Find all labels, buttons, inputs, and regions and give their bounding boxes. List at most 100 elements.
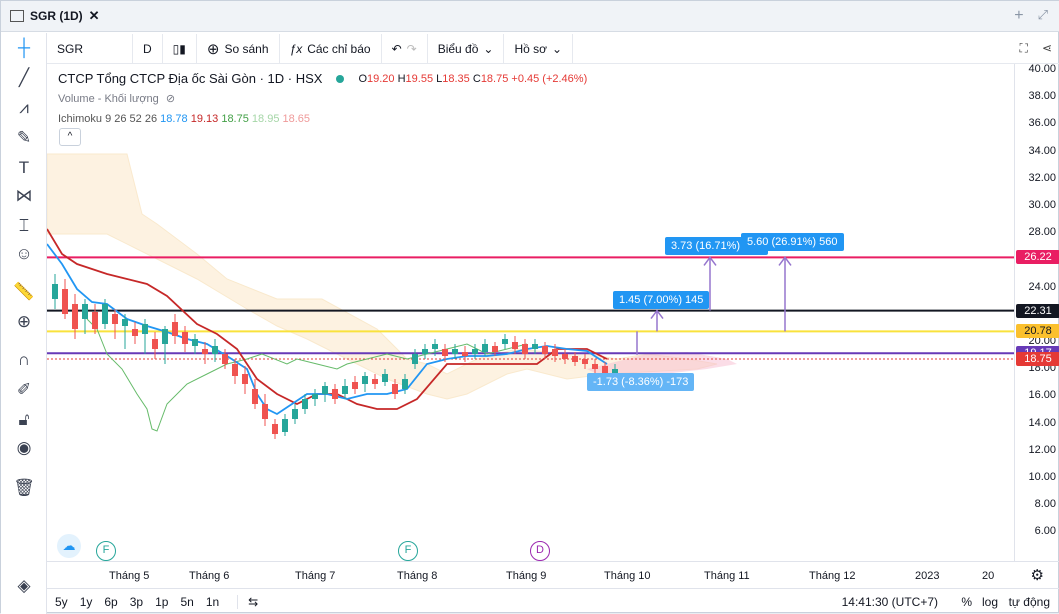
candle-body	[502, 339, 508, 344]
period-button[interactable]: 5y	[55, 595, 68, 609]
candle-body	[512, 342, 518, 349]
indicators-label: Các chỉ báo	[307, 41, 371, 56]
time-axis[interactable]: ⚙ Tháng 5 Tháng 6 Tháng 7 Tháng 8 Tháng 9 Thá…	[47, 561, 1059, 587]
candle-body	[412, 354, 418, 364]
ichimoku-value: 19.13	[187, 113, 219, 125]
emoji-icon[interactable]: ☺	[13, 243, 35, 265]
candle-body	[422, 349, 428, 354]
price-tick: 8.00	[1034, 498, 1056, 511]
o-value: 19.20	[367, 73, 395, 85]
candle-body	[122, 319, 128, 326]
time-tick: Tháng 8	[397, 570, 438, 582]
candle-body	[582, 359, 588, 364]
share-icon[interactable]: ⋖	[1042, 41, 1052, 56]
pencil-lock-icon[interactable]: ✐	[13, 379, 35, 401]
price-label: 22.31	[1016, 303, 1059, 318]
period-button[interactable]: 6p	[104, 595, 117, 609]
time-tick: Tháng 7	[295, 570, 336, 582]
period-button[interactable]: 1p	[155, 595, 168, 609]
ichimoku-value: 18.95	[248, 113, 280, 125]
ichimoku-value: 18.78	[160, 113, 188, 125]
h-label: H	[397, 73, 406, 85]
profile-button[interactable]: Hồ sơ ⌄	[504, 33, 574, 64]
price-tick: 38.00	[1028, 90, 1056, 103]
candle-body	[532, 344, 538, 349]
ichimoku-label: Ichimoku 9 26 52 26	[58, 113, 158, 125]
eye-icon[interactable]: ◉	[13, 437, 35, 459]
ruler-icon[interactable]: 📏	[13, 281, 35, 303]
collapse-legend-button[interactable]: ^	[59, 128, 81, 146]
layers-icon[interactable]: ◈	[13, 575, 35, 597]
time-tick: 2023	[915, 570, 940, 582]
measure-icon[interactable]: ⌶	[13, 215, 35, 237]
pattern-icon[interactable]: ⋈	[13, 185, 35, 207]
candle-body	[432, 344, 438, 349]
measure-label: -1.73 (-8.36%) -173	[587, 373, 695, 391]
redo-icon[interactable]: ↷	[407, 42, 417, 56]
time-tick: Tháng 12	[809, 570, 856, 582]
candle-body	[292, 409, 298, 419]
price-axis[interactable]: 40.0038.0036.0034.0032.0030.0028.0026.00…	[1014, 63, 1059, 561]
o-label: O	[358, 73, 367, 85]
candle-body	[322, 386, 328, 394]
bottom-bar: 5y 1y 6p 3p 1p 5n 1n ⇆ 14:41:30 (UTC+7) % log …	[47, 588, 1059, 614]
candle-body	[342, 386, 348, 394]
event-marker[interactable]: F	[96, 541, 116, 561]
price-tick: 12.00	[1028, 443, 1056, 456]
candle-body	[592, 364, 598, 369]
fullscreen-icon[interactable]: ⛶	[1020, 41, 1028, 56]
eye-off-icon[interactable]: ⊘	[166, 93, 175, 105]
symbol-search[interactable]: SGR	[47, 33, 133, 64]
drawing-toolbar: ┼ ╱ ⩘ ✎ T ⋈ ⌶ ☺ 📏 ⊕ ∩ ✐ 🔓︎ ◉ 🗑︎ ◈	[1, 33, 47, 614]
event-marker[interactable]: F	[398, 541, 418, 561]
fx-icon: ƒx	[289, 41, 303, 56]
candle-body	[522, 344, 528, 354]
settings-gear-icon[interactable]: ⚙	[1031, 566, 1044, 584]
change-value: +0.45 (+2.46%)	[511, 73, 588, 85]
plus-circle-icon: ⊕	[206, 40, 220, 58]
period-button[interactable]: 5n	[180, 595, 193, 609]
undo-icon[interactable]: ↶	[392, 42, 402, 56]
magnet-icon[interactable]: ∩	[13, 349, 35, 371]
chart-window: SGR (1D) ✕ + ⤢ ┼ ╱ ⩘ ✎ T ⋈ ⌶ ☺ 📏 ⊕ ∩ ✐ 🔓…	[0, 0, 1059, 614]
indicators-button[interactable]: ƒx Các chỉ báo	[280, 33, 382, 64]
symbol-label: SGR	[57, 41, 84, 56]
period-button[interactable]: 1y	[80, 595, 93, 609]
trash-icon[interactable]: 🗑︎	[13, 477, 35, 499]
log-toggle[interactable]: log	[982, 595, 998, 609]
time-tick: Tháng 9	[506, 570, 547, 582]
lock-icon[interactable]: 🔓︎	[13, 409, 35, 431]
period-button[interactable]: 1n	[206, 595, 219, 609]
compare-button[interactable]: ⊕ So sánh	[197, 33, 280, 64]
event-marker[interactable]: D	[530, 541, 550, 561]
trendline-icon[interactable]: ╱	[13, 67, 35, 89]
interval-button[interactable]: D	[133, 33, 163, 64]
price-tick: 10.00	[1028, 471, 1056, 483]
percent-toggle[interactable]: %	[961, 595, 972, 609]
candle-body	[162, 329, 168, 344]
add-icon[interactable]: +	[1014, 7, 1023, 25]
price-tick: 14.00	[1028, 416, 1056, 429]
undo-redo: ↶ ↷	[382, 33, 428, 64]
price-label: 20.78	[1016, 324, 1059, 339]
chart-canvas[interactable]	[47, 64, 1014, 561]
close-icon[interactable]: ✕	[89, 8, 100, 24]
chart-type-button[interactable]: Biểu đồ ⌄	[428, 33, 505, 64]
candle-type-button[interactable]: ▯▮	[163, 33, 197, 64]
fib-icon[interactable]: ⩘	[13, 97, 35, 119]
price-chart[interactable]	[47, 64, 1014, 561]
brush-icon[interactable]: ✎	[13, 127, 35, 149]
candle-body	[392, 384, 398, 394]
clock[interactable]: 14:41:30 (UTC+7)	[842, 595, 938, 609]
expand-icon[interactable]: ⤢	[1038, 7, 1048, 25]
candle-body	[492, 346, 498, 352]
goto-date-icon[interactable]: ⇆	[237, 594, 258, 609]
auto-toggle[interactable]: tự động	[1009, 595, 1050, 609]
candle-body	[262, 404, 268, 419]
text-icon[interactable]: T	[13, 157, 35, 179]
crosshair-icon[interactable]: ┼	[13, 37, 35, 59]
period-button[interactable]: 3p	[130, 595, 143, 609]
zoom-icon[interactable]: ⊕	[13, 311, 35, 333]
candle-body	[192, 339, 198, 346]
cloud-icon[interactable]: ☁	[57, 534, 81, 558]
